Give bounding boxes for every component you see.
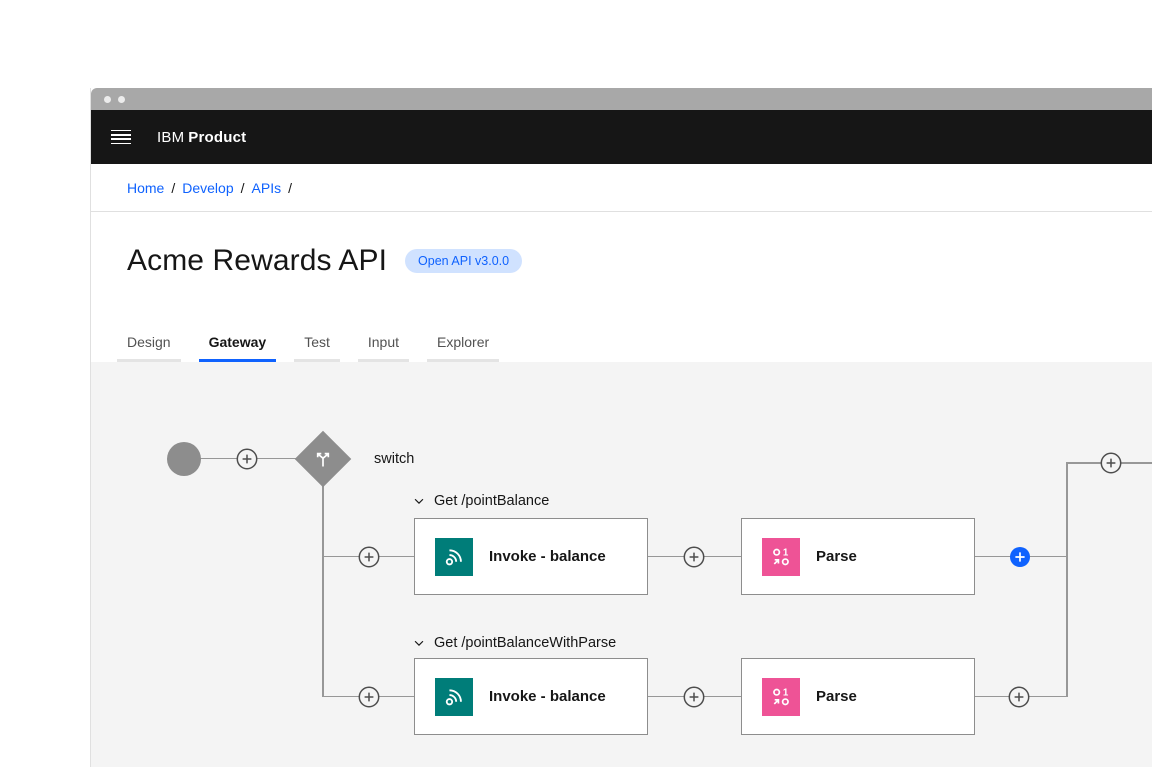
title-section: Acme Rewards API Open API v3.0.0 Design … [91,212,1152,362]
invoke-icon [435,537,473,576]
add-node-icon[interactable] [1100,452,1122,474]
breadcrumb-home[interactable]: Home [127,180,164,196]
flow-canvas[interactable]: switch Get /pointBalance Invoke - balanc… [91,362,1152,767]
node-label: Parse [816,688,857,705]
node-invoke-balance[interactable]: Invoke - balance [414,658,648,735]
start-node[interactable] [167,441,201,476]
tab-gateway[interactable]: Gateway [198,334,277,362]
connector-line [1066,462,1068,698]
add-node-icon-active[interactable] [1009,546,1031,568]
tab-bar: Design Gateway Test Input Explorer [117,334,517,362]
chevron-down-icon[interactable] [412,494,426,508]
node-label: Invoke - balance [489,688,606,705]
svg-text:1: 1 [783,547,789,558]
add-node-icon[interactable] [236,448,258,470]
parse-icon: 1 [762,677,800,716]
add-node-icon[interactable] [1008,686,1030,708]
breadcrumb-separator: / [288,179,292,196]
window-control-dot[interactable] [104,95,111,103]
breadcrumb: Home / Develop / APIs / [127,180,299,196]
tab-explorer[interactable]: Explorer [427,334,500,362]
breadcrumb-separator: / [171,179,176,196]
tab-input[interactable]: Input [357,334,410,362]
hamburger-menu-icon[interactable] [111,129,131,145]
switch-node[interactable] [294,430,352,487]
screenshot-stage: IBM Product Home / Develop / APIs / Acme Rewar… [0,0,1152,767]
app-header: IBM Product [91,110,1152,164]
branch-label-pointbalance: Get /pointBalance [412,492,549,510]
add-node-icon[interactable] [683,686,705,708]
brand: IBM Product [157,129,246,146]
node-invoke-balance[interactable]: Invoke - balance [414,518,648,595]
chevron-down-icon[interactable] [412,636,426,650]
node-label: Invoke - balance [489,548,606,565]
app-window: IBM Product Home / Develop / APIs / Acme Rewar… [90,88,1152,767]
invoke-icon [435,677,473,716]
node-parse[interactable]: 1 Parse [741,518,975,595]
branch-label-text: Get /pointBalance [434,493,550,509]
api-version-badge: Open API v3.0.0 [405,249,523,273]
breadcrumb-bar: Home / Develop / APIs / [91,164,1152,212]
breadcrumb-develop[interactable]: Develop [182,180,233,196]
fork-icon [316,452,330,466]
window-control-dot[interactable] [118,95,125,103]
node-label: Parse [816,548,857,565]
add-node-icon[interactable] [358,686,380,708]
parse-icon: 1 [762,537,800,576]
tab-test[interactable]: Test [294,334,340,362]
switch-node-label: switch [374,451,415,467]
add-node-icon[interactable] [358,546,380,568]
svg-text:1: 1 [783,687,789,698]
window-titlebar [91,88,1152,110]
tab-design[interactable]: Design [117,334,181,362]
brand-prefix: IBM [157,128,185,146]
brand-name: Product [188,128,247,146]
branch-label-text: Get /pointBalanceWithParse [434,635,617,651]
breadcrumb-apis[interactable]: APIs [252,180,282,196]
breadcrumb-separator: / [240,179,245,196]
node-parse[interactable]: 1 Parse [741,658,975,735]
page-title: Acme Rewards API [127,244,388,277]
connector-line [322,478,324,697]
branch-label-pointbalancewithparse: Get /pointBalanceWithParse [412,634,616,652]
add-node-icon[interactable] [683,546,705,568]
